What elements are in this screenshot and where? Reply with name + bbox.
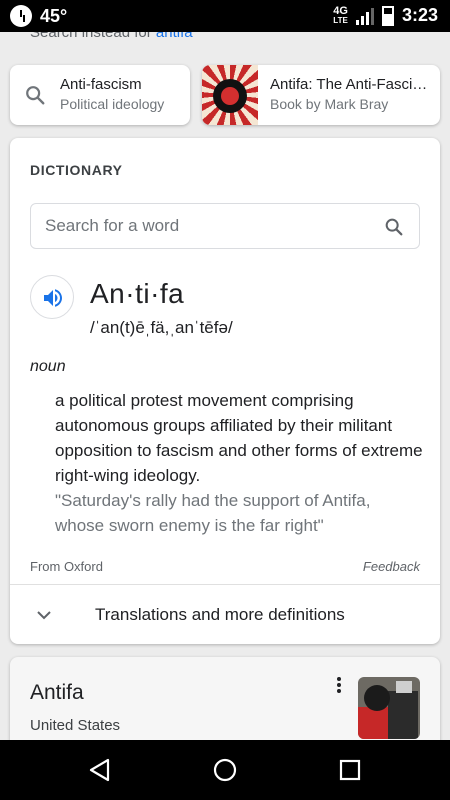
translations-label: Translations and more definitions — [95, 605, 345, 624]
more-options-icon[interactable] — [336, 677, 342, 697]
dictionary-source: From Oxford — [30, 559, 103, 574]
chip-title: Antifa: The Anti-Fascist Handbook — [270, 76, 430, 93]
alarm-icon — [10, 5, 32, 27]
chip-subtitle: Political ideology — [60, 96, 165, 112]
book-cover-thumbnail — [202, 65, 258, 125]
back-icon[interactable] — [86, 756, 114, 784]
network-type: 4G — [333, 4, 348, 17]
dictionary-word: An·ti·fa — [90, 278, 185, 309]
clock-time: 3:23 — [401, 5, 438, 25]
chip-title: Anti-fascism — [60, 76, 142, 93]
pronunciation-button[interactable] — [30, 275, 74, 319]
search-instead-text: Search instead for antifa — [30, 32, 193, 41]
knowledge-title: Antifa — [30, 681, 84, 704]
speaker-icon — [44, 289, 62, 307]
knowledge-thumbnail[interactable] — [358, 677, 420, 739]
search-instead-link[interactable]: antifa — [156, 32, 193, 41]
knowledge-subtitle: United States — [30, 717, 121, 734]
definition-text: a political protest movement comprising … — [55, 391, 423, 485]
feedback-link[interactable]: Feedback — [363, 559, 420, 574]
chip-subtitle: Book by Mark Bray — [270, 96, 389, 112]
recent-apps-icon[interactable] — [336, 756, 364, 784]
search-icon — [26, 86, 45, 105]
dictionary-search-input[interactable] — [45, 214, 365, 238]
temperature-text: 45° — [40, 5, 68, 26]
related-chip-antifa-book[interactable]: Antifa: The Anti-Fascist Handbook Book b… — [202, 65, 440, 125]
dictionary-search-box[interactable] — [30, 203, 420, 249]
network-indicator: 4G LTE — [333, 4, 348, 26]
status-bar: 45° 4G LTE 3:23 — [0, 0, 450, 32]
search-results-page: Search instead for antifa Anti-fascism P… — [0, 32, 450, 740]
phonetic-spelling: /ˈan(t)ēˌfä,ˌanˈtēfə/ — [90, 318, 233, 337]
chevron-down-icon — [37, 611, 51, 620]
search-instead-prefix: Search instead for — [30, 32, 152, 41]
example-sentence: "Saturday's rally had the support of Ant… — [55, 491, 371, 535]
dictionary-card: DICTIONARY An·ti·fa /ˈan(t)ēˌfä,ˌanˈtēfə… — [10, 138, 440, 644]
battery-icon — [381, 5, 394, 26]
signal-strength-icon — [355, 7, 374, 25]
knowledge-panel-card[interactable]: Antifa United States — [10, 657, 440, 740]
part-of-speech: noun — [30, 358, 66, 375]
network-subtype: LTE — [333, 15, 348, 25]
dictionary-heading: DICTIONARY — [30, 162, 123, 178]
translations-expander[interactable]: Translations and more definitions — [10, 585, 440, 644]
home-icon[interactable] — [211, 756, 239, 784]
navigation-bar — [0, 740, 450, 800]
search-icon[interactable] — [383, 216, 405, 238]
related-chip-anti-fascism[interactable]: Anti-fascism Political ideology — [10, 65, 190, 125]
